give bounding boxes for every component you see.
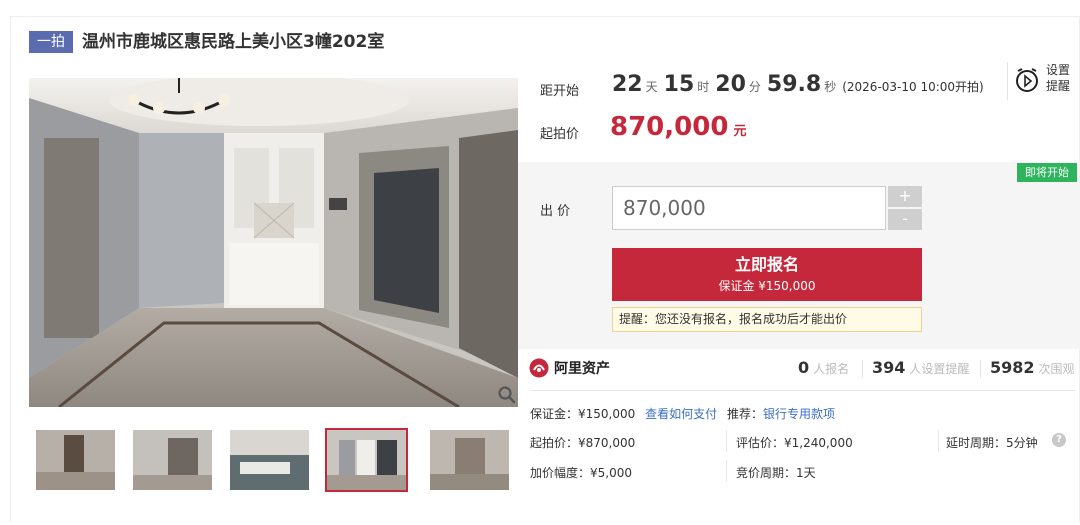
- column-divider: [938, 430, 939, 452]
- starting-price-value: 870,000: [610, 112, 729, 142]
- views-text: 次围观: [1038, 362, 1075, 376]
- deposit-line: 保证金 ¥150,000: [718, 279, 816, 293]
- set-reminder-button[interactable]: 设置提醒: [1046, 62, 1076, 94]
- recommend-label: 推荐：: [726, 407, 763, 421]
- gallery-thumb-5[interactable]: [430, 430, 509, 490]
- starting-price-label: 起拍价: [540, 127, 580, 142]
- minutes-unit: 分: [748, 80, 761, 94]
- stat-views: 5982 次围观: [990, 358, 1075, 377]
- stat-registrations: 0 人报名: [798, 358, 849, 377]
- countdown-label: 距开始: [540, 84, 580, 99]
- reminders-count: 394: [872, 358, 906, 377]
- detail-start-price: 起拍价：¥870,000: [530, 436, 636, 450]
- reminders-text: 人设置提醒: [909, 362, 970, 376]
- help-icon[interactable]: ?: [1052, 433, 1066, 447]
- deposit-row: 保证金：¥150,000 查看如何支付 推荐：银行专用款项: [530, 405, 835, 422]
- increase-bid-button[interactable]: +: [888, 186, 922, 207]
- reminder-divider: [1007, 62, 1008, 100]
- gallery-thumb-4-selected[interactable]: [325, 428, 408, 492]
- register-now-label: 立即报名: [734, 255, 799, 274]
- auction-round-tag: 一拍: [29, 31, 73, 53]
- ali-assets-logo-icon: [529, 358, 549, 378]
- registration-tip: 提醒：您还没有报名，报名成功后才能出价: [612, 307, 922, 332]
- main-photo[interactable]: [29, 78, 518, 407]
- gallery-thumb-1[interactable]: [36, 430, 115, 490]
- stat-divider: [862, 360, 863, 378]
- deposit-info: 保证金：¥150,000: [530, 407, 636, 421]
- bank-funds-link[interactable]: 银行专用款项: [763, 407, 835, 421]
- countdown-hours: 15: [663, 72, 695, 97]
- room-photo-image: [29, 78, 518, 407]
- countdown-days: 22: [612, 72, 643, 97]
- status-badge: 即将开始: [1017, 163, 1077, 182]
- gallery-thumb-3[interactable]: [230, 430, 309, 490]
- zoom-icon[interactable]: [497, 385, 517, 405]
- bid-amount-input[interactable]: 870,000: [612, 186, 886, 230]
- countdown-seconds: 59.8: [766, 72, 822, 97]
- page-title: 温州市鹿城区惠民路上美小区3幢202室: [82, 32, 385, 52]
- divider: [530, 390, 1075, 391]
- registrations-count: 0: [798, 358, 810, 377]
- seconds-unit: 秒: [824, 80, 837, 94]
- alarm-clock-icon[interactable]: [1013, 66, 1041, 94]
- days-unit: 天: [645, 80, 658, 94]
- detail-delay-period: 延时周期：5分钟: [946, 436, 1038, 450]
- bid-label: 出 价: [540, 204, 571, 219]
- start-time: (2026-03-10 10:00开拍): [842, 80, 984, 94]
- starting-price: 870,000 元: [610, 112, 747, 142]
- views-count: 5982: [990, 358, 1035, 377]
- hours-unit: 时: [697, 80, 710, 94]
- detail-appraisal: 评估价：¥1,240,000: [736, 436, 853, 450]
- registrations-text: 人报名: [813, 362, 850, 376]
- detail-increment: 加价幅度：¥5,000: [530, 466, 632, 480]
- starting-price-unit: 元: [733, 124, 747, 139]
- platform-name: 阿里资产: [554, 361, 610, 377]
- decrease-bid-button[interactable]: -: [888, 209, 922, 230]
- gallery-thumb-2[interactable]: [133, 430, 212, 490]
- detail-bid-cycle: 竞价周期：1天: [736, 466, 816, 480]
- column-divider: [726, 460, 727, 482]
- countdown: 22 天 15 时 20 分 59.8 秒 (2026-03-10 10:00开拍): [612, 72, 984, 97]
- register-now-button[interactable]: 立即报名 保证金 ¥150,000: [612, 248, 922, 301]
- column-divider: [726, 430, 727, 452]
- stat-reminders: 394 人设置提醒: [872, 358, 969, 377]
- how-to-pay-link[interactable]: 查看如何支付: [645, 407, 717, 421]
- countdown-minutes: 20: [715, 72, 746, 97]
- stat-divider: [980, 360, 981, 378]
